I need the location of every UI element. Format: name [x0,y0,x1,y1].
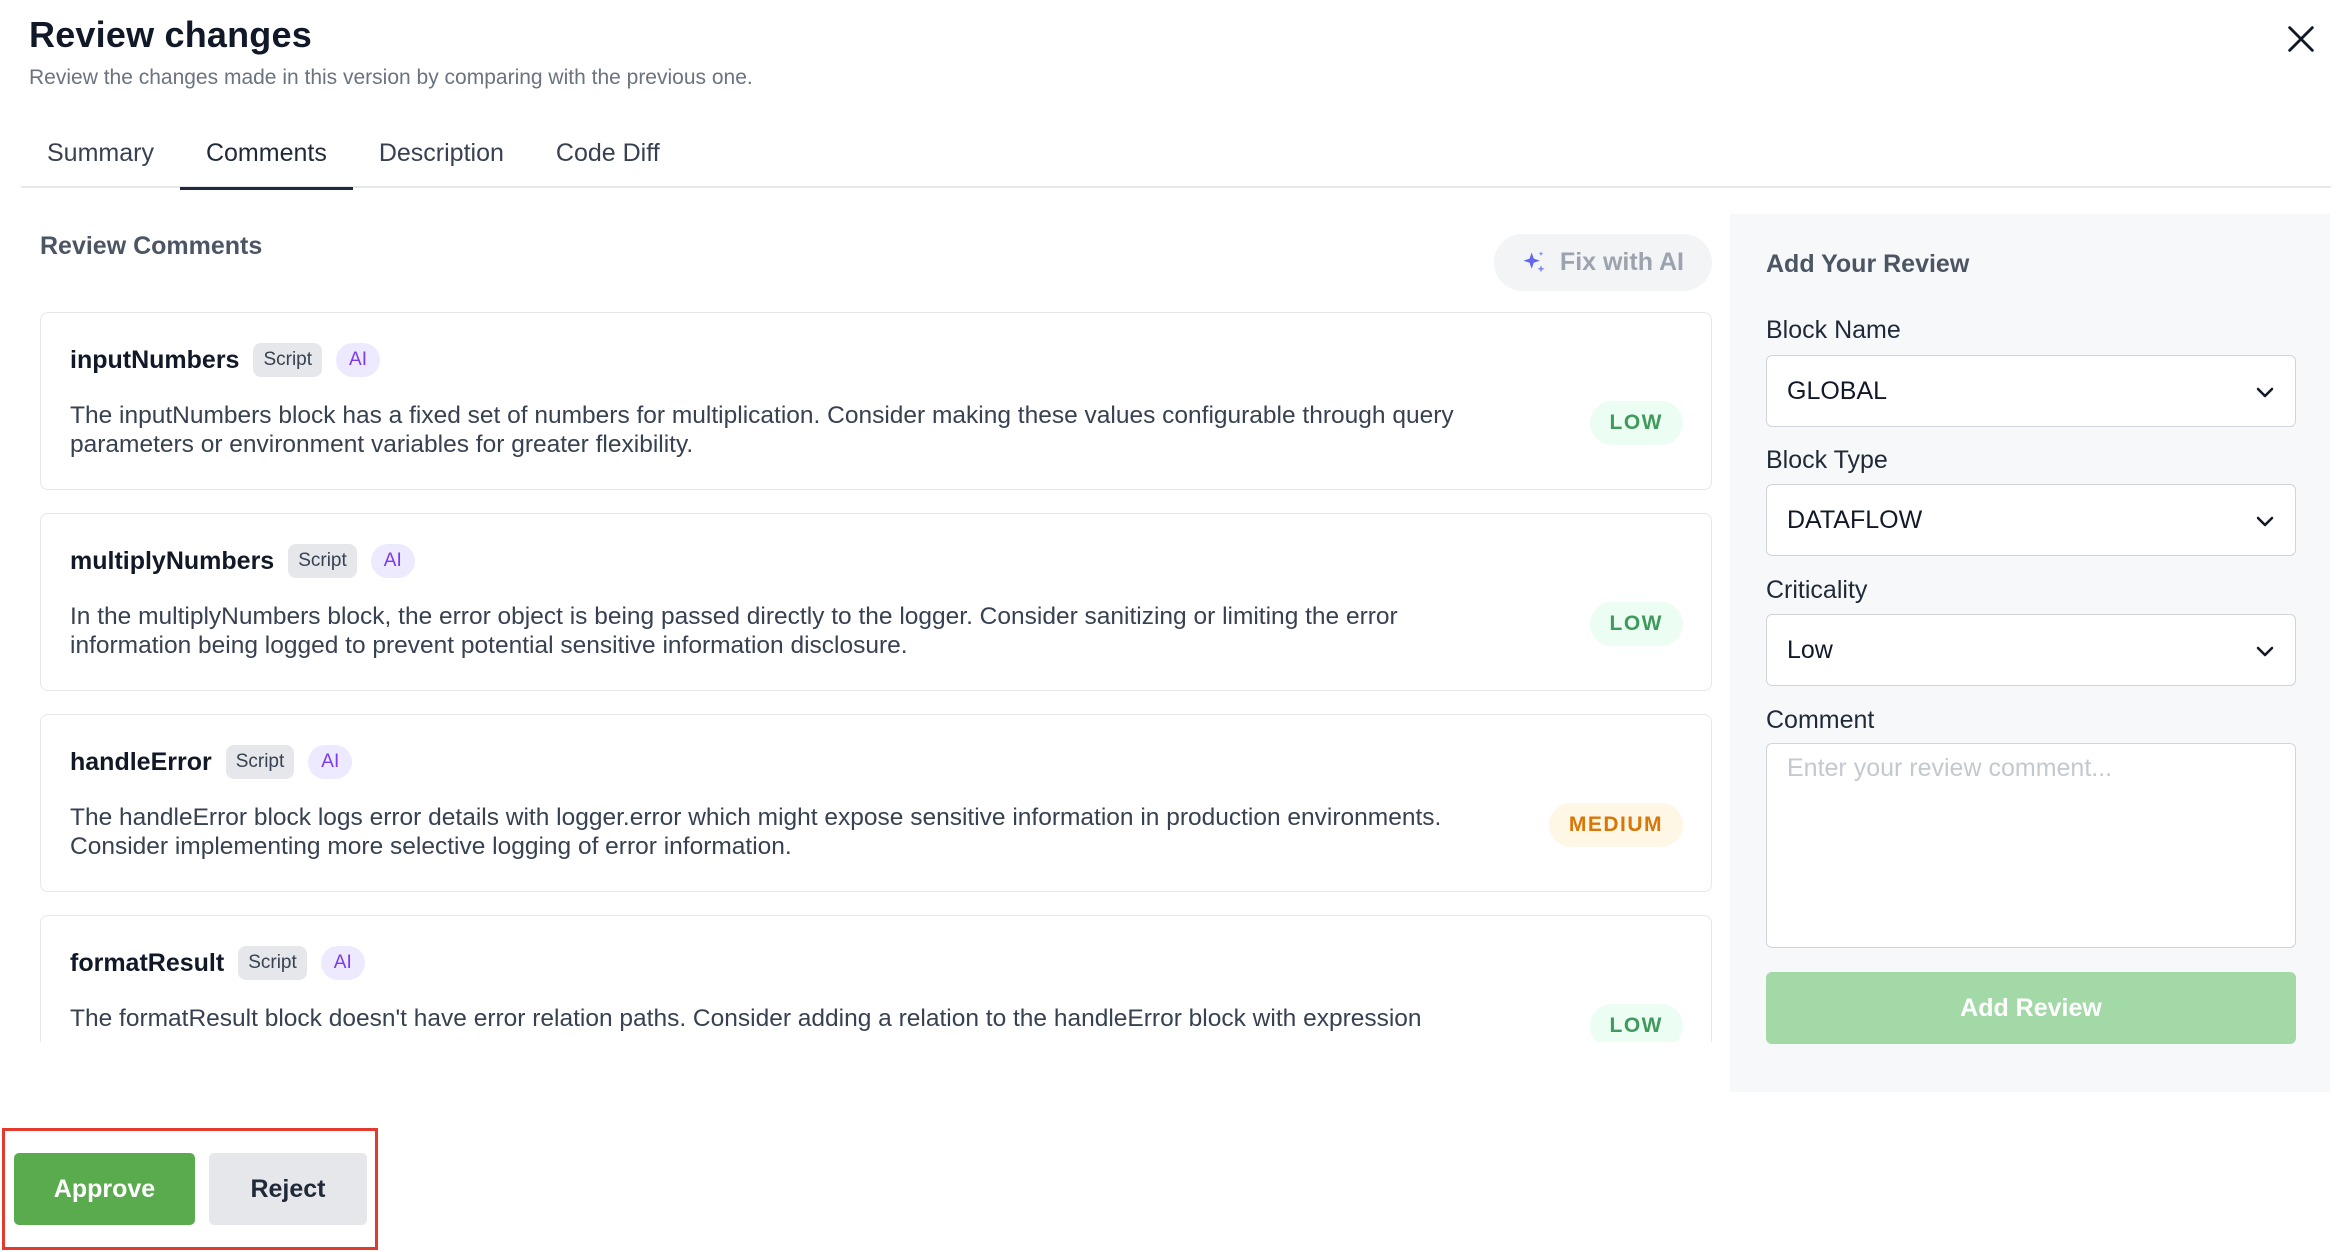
dialog-header: Review changes Review the changes made i… [29,14,753,90]
fix-with-ai-label: Fix with AI [1559,248,1684,276]
comment-text: The inputNumbers block has a fixed set o… [70,402,1454,458]
comment-card[interactable]: handleError Script AI The handleError bl… [40,714,1712,892]
comment-textarea[interactable] [1766,743,2296,948]
dialog-title: Review changes [29,14,312,55]
ai-chip: AI [308,745,353,779]
chevron-down-icon [2256,646,2274,657]
block-type-label: Block Type [1766,446,1888,474]
approve-button[interactable]: Approve [14,1153,195,1225]
block-name-value: GLOBAL [1787,377,1888,405]
criticality-value: Low [1787,636,1833,664]
ai-chip: AI [336,343,380,377]
comment-card[interactable]: formatResult Script AI The formatResult … [40,915,1712,1042]
script-chip: Script [253,343,323,377]
fix-with-ai-button[interactable]: Fix with AI [1493,234,1712,291]
script-chip: Script [288,544,357,578]
dialog-subtitle: Review the changes made in this version … [29,66,753,89]
tab-bar: Summary Comments Description Code Diff [21,126,2331,190]
close-button[interactable] [2284,22,2318,56]
severity-badge: MEDIUM [1548,803,1683,847]
sparkle-icon [1523,250,1545,272]
tab-description[interactable]: Description [353,126,530,188]
comment-block-name: inputNumbers [70,345,240,374]
block-type-value: DATAFLOW [1787,506,1923,534]
comment-card[interactable]: inputNumbers Script AI The inputNumbers … [40,312,1712,490]
chevron-down-icon [2256,516,2274,527]
reject-button[interactable]: Reject [209,1153,367,1225]
comment-label: Comment [1766,706,1875,734]
review-comments-title: Review Comments [40,232,263,260]
ai-chip: AI [320,946,365,980]
comment-text: The handleError block logs error details… [70,804,1442,860]
review-comments-panel: Review Comments Fix with AI inputNumbers… [40,212,1712,1042]
comment-text: In the multiplyNumbers block, the error … [70,603,1398,659]
criticality-select[interactable]: Low [1766,614,2296,686]
comment-text: The formatResult block doesn't have erro… [70,1005,1422,1032]
add-review-button[interactable]: Add Review [1766,972,2296,1044]
comment-list: inputNumbers Script AI The inputNumbers … [40,312,1712,1042]
close-icon [2288,26,2314,52]
ai-chip: AI [370,544,415,578]
add-review-panel: Add Your Review Block Name GLOBAL Block … [1730,214,2330,1092]
script-chip: Script [238,946,307,980]
severity-badge: LOW [1589,401,1683,445]
comment-block-name: handleError [70,747,212,776]
block-type-select[interactable]: DATAFLOW [1766,484,2296,556]
chevron-down-icon [2256,387,2274,398]
severity-badge: LOW [1589,1004,1683,1042]
script-chip: Script [225,745,295,779]
criticality-label: Criticality [1766,576,1868,604]
severity-badge: LOW [1589,602,1683,646]
tab-comments[interactable]: Comments [179,126,353,190]
comment-block-name: multiplyNumbers [70,546,275,575]
tab-summary[interactable]: Summary [21,126,180,188]
comment-block-name: formatResult [70,948,225,977]
add-review-title: Add Your Review [1766,250,1970,278]
block-name-select[interactable]: GLOBAL [1766,355,2296,427]
comment-card[interactable]: multiplyNumbers Script AI In the multipl… [40,513,1712,691]
block-name-label: Block Name [1766,316,1901,344]
tab-code-diff[interactable]: Code Diff [530,126,686,188]
